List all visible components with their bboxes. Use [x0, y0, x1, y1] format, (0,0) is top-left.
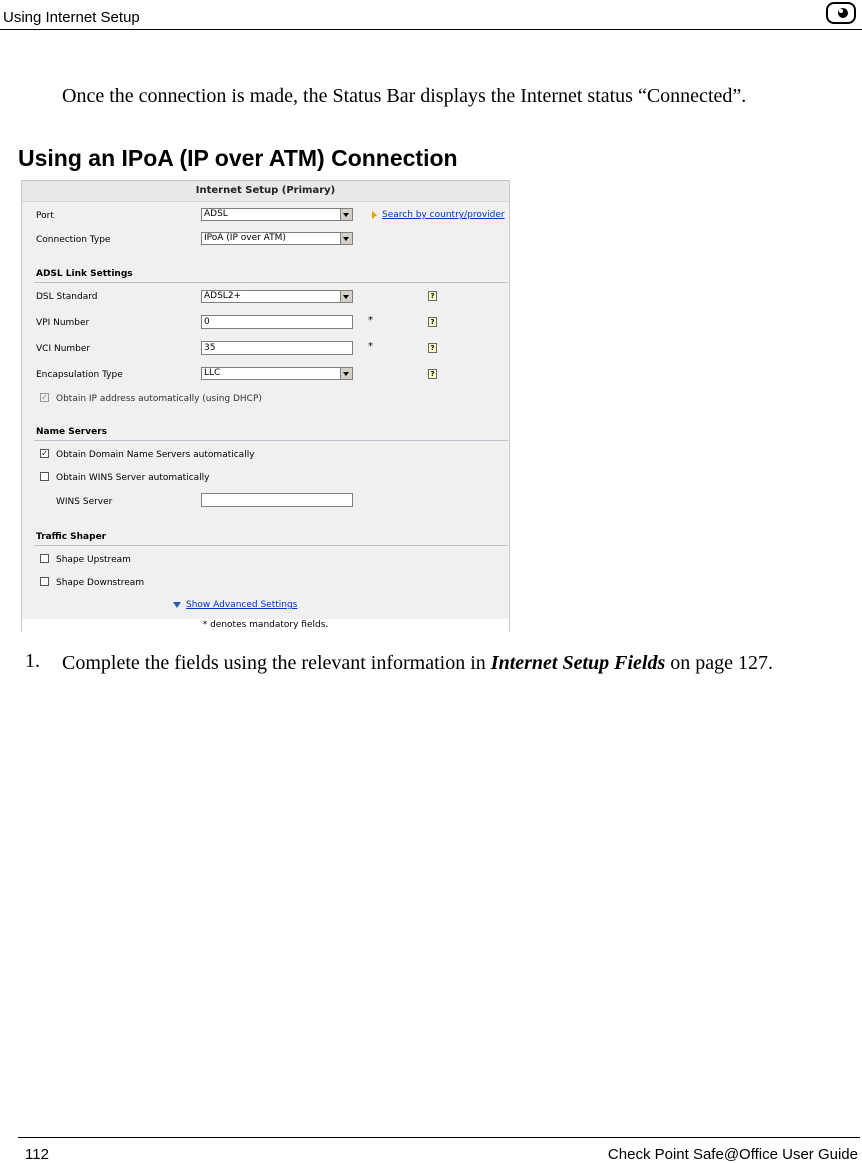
obtain-wins-checkbox[interactable] [40, 472, 49, 481]
dsl-standard-label: DSL Standard [36, 292, 98, 302]
dsl-standard-select[interactable]: ADSL2+ [201, 290, 353, 303]
chevron-down-icon [340, 233, 352, 244]
port-select[interactable]: ADSL [201, 208, 353, 221]
page-number: 112 [25, 1146, 49, 1163]
traffic-shaper-section-title: Traffic Shaper [36, 532, 107, 542]
encapsulation-label: Encapsulation Type [36, 370, 123, 380]
help-icon[interactable]: ? [428, 343, 437, 353]
triangle-down-icon [173, 602, 181, 608]
mandatory-star: * [368, 315, 373, 326]
connection-type-select[interactable]: IPoA (IP over ATM) [201, 232, 353, 245]
section-divider [34, 282, 508, 283]
wins-server-input[interactable] [201, 493, 353, 507]
search-provider-link[interactable]: Search by country/provider [382, 210, 505, 220]
adsl-section-title: ADSL Link Settings [36, 269, 133, 279]
intro-paragraph: Once the connection is made, the Status … [62, 85, 747, 107]
panel-title: Internet Setup (Primary) [22, 181, 509, 202]
arrow-right-icon [372, 211, 377, 219]
step-text: Complete the fields using the relevant i… [62, 652, 774, 674]
step-number: 1. [25, 650, 40, 672]
obtain-dns-label: Obtain Domain Name Servers automatically [56, 450, 255, 460]
shape-downstream-label: Shape Downstream [56, 578, 145, 588]
port-label: Port [36, 211, 54, 221]
internet-setup-screenshot: Internet Setup (Primary) Port ADSL Searc… [21, 180, 510, 632]
section-divider [34, 440, 508, 441]
connection-type-label: Connection Type [36, 235, 111, 245]
chevron-down-icon [340, 291, 352, 302]
shape-downstream-checkbox[interactable] [40, 577, 49, 586]
running-header-title: Using Internet Setup [3, 9, 140, 26]
section-heading: Using an IPoA (IP over ATM) Connection [18, 145, 458, 171]
vpi-input[interactable]: 0 [201, 315, 353, 329]
mandatory-note: * denotes mandatory fields. [22, 619, 509, 632]
header-rule [0, 29, 862, 30]
section-divider [34, 545, 508, 546]
help-icon[interactable]: ? [428, 291, 437, 301]
chevron-down-icon [340, 209, 352, 220]
show-advanced-settings-link[interactable]: Show Advanced Settings [186, 600, 297, 610]
vpi-label: VPI Number [36, 318, 90, 328]
obtain-dns-checkbox[interactable]: ✓ [40, 449, 49, 458]
mandatory-star: * [368, 341, 373, 352]
shape-upstream-checkbox[interactable] [40, 554, 49, 563]
encapsulation-select[interactable]: LLC [201, 367, 353, 380]
cross-reference-title: Internet Setup Fields [490, 652, 666, 674]
vci-label: VCI Number [36, 344, 91, 354]
obtain-ip-label: Obtain IP address automatically (using D… [56, 394, 262, 404]
help-icon[interactable]: ? [428, 369, 437, 379]
obtain-wins-label: Obtain WINS Server automatically [56, 473, 210, 483]
book-title: Check Point Safe@Office User Guide [607, 1146, 858, 1163]
shape-upstream-label: Shape Upstream [56, 555, 131, 565]
device-icon [826, 2, 856, 24]
name-servers-section-title: Name Servers [36, 427, 108, 437]
wins-server-label: WINS Server [56, 497, 113, 507]
help-icon[interactable]: ? [428, 317, 437, 327]
chevron-down-icon [340, 368, 352, 379]
obtain-ip-checkbox[interactable]: ✓ [40, 393, 49, 402]
vci-input[interactable]: 35 [201, 341, 353, 355]
footer-rule [18, 1137, 860, 1138]
